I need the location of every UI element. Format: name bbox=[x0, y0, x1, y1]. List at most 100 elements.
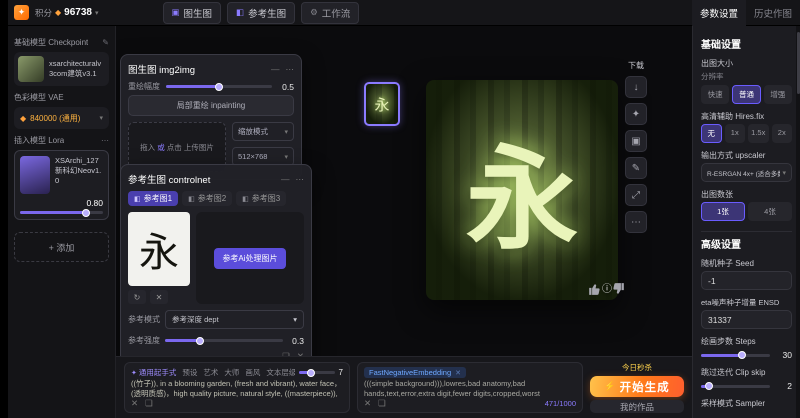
count-1[interactable]: 1张 bbox=[701, 202, 745, 221]
tab-workflow-label: 工作流 bbox=[322, 6, 351, 20]
copy-prompt-icon[interactable]: ❏ bbox=[378, 398, 386, 409]
hires-none[interactable]: 无 bbox=[701, 124, 722, 143]
image-toolbar: 下载 ↓ ✦ ▣ ✎ ⤢ ⋯ bbox=[624, 60, 648, 233]
scrollbar-thumb[interactable] bbox=[797, 32, 800, 94]
divider bbox=[701, 231, 792, 232]
prompt-tab-style[interactable]: 画风 bbox=[245, 367, 260, 378]
reference-image-preview[interactable]: 永 bbox=[128, 212, 190, 286]
hires-2x[interactable]: 2x bbox=[772, 124, 793, 143]
copy-prompt-icon[interactable]: ❏ bbox=[145, 398, 153, 409]
prompt-tab-master[interactable]: 大师 bbox=[224, 367, 239, 378]
count-4[interactable]: 4张 bbox=[748, 202, 792, 221]
prompt-tab-starter[interactable]: ✦通用起手式 bbox=[131, 367, 176, 378]
size-select-value: 512×768 bbox=[238, 152, 267, 161]
tab-reference-gen[interactable]: ◧ 参考生图 bbox=[227, 2, 295, 24]
tab-workflow[interactable]: ⚙ 工作流 bbox=[301, 2, 359, 24]
inpaint-tool-button[interactable]: ✎ bbox=[625, 157, 647, 179]
edit-icon[interactable]: ✎ bbox=[102, 38, 109, 47]
clear-prompt-icon[interactable]: ✕ bbox=[364, 398, 371, 409]
ensd-input[interactable]: 31337 bbox=[701, 310, 792, 329]
hires-label: 高清辅助 Hires.fix bbox=[701, 111, 792, 122]
more-icon[interactable]: ⋯ bbox=[101, 136, 109, 145]
points-label: 积分 bbox=[35, 7, 52, 19]
thumbs-down-icon[interactable] bbox=[611, 282, 625, 296]
minimize-icon[interactable]: — bbox=[281, 174, 290, 185]
reference-tab-1-label: 参考图1 bbox=[144, 193, 172, 204]
positive-prompt-input[interactable]: ((竹子)), in a blooming garden, (fresh and… bbox=[131, 379, 343, 398]
cfg-scale-label: 文本层级 Scale bbox=[266, 367, 294, 378]
grid-icon: ▣ bbox=[631, 136, 640, 147]
ensd-label: eta噪声种子增量 ENSD bbox=[701, 297, 792, 308]
replace-image-button[interactable]: ↻ bbox=[128, 290, 146, 304]
denoise-slider[interactable] bbox=[166, 85, 272, 88]
more-icon[interactable]: ⋯ bbox=[296, 174, 305, 185]
lora-card[interactable]: XSArchi_127新科幻Neov1.0 0.80 bbox=[14, 150, 109, 220]
more-icon[interactable]: ⋯ bbox=[286, 64, 295, 75]
hires-1x[interactable]: 1x bbox=[725, 124, 746, 143]
generate-button[interactable]: ⚡ 开始生成 bbox=[590, 376, 684, 397]
checkpoint-card[interactable]: xsarchitecturalv3com建筑v3.1 bbox=[14, 52, 109, 86]
resolution-fast[interactable]: 快速 bbox=[701, 85, 729, 104]
reference-mode-label: 参考模式 bbox=[128, 314, 160, 325]
resolution-normal[interactable]: 普通 bbox=[732, 85, 760, 104]
remove-image-button[interactable]: ✕ bbox=[150, 290, 168, 304]
prompt-tab-art[interactable]: 艺术 bbox=[203, 367, 218, 378]
refresh-icon: ↻ bbox=[134, 293, 141, 302]
my-works-button[interactable]: 我的作品 bbox=[590, 400, 684, 413]
result-thumbnail-glyph: 永 bbox=[374, 94, 389, 115]
ai-process-button[interactable]: 参考Ai处理图片 bbox=[214, 248, 285, 269]
add-model-button[interactable]: + 添加 bbox=[14, 232, 109, 262]
page-scrollbar[interactable] bbox=[796, 26, 800, 418]
scale-mode-select[interactable]: 缩放模式 ▾ bbox=[232, 122, 294, 141]
upscale-button[interactable]: ⤢ bbox=[625, 184, 647, 206]
lora-thumbnail bbox=[20, 156, 50, 194]
reference-tab-2[interactable]: ◧ 参考图2 bbox=[182, 191, 232, 206]
vae-value: 840000 (通用) bbox=[30, 113, 95, 124]
reference-mode-select[interactable]: 参考深度 dept ▾ bbox=[165, 310, 304, 329]
more-actions-button[interactable]: ⋯ bbox=[625, 211, 647, 233]
upscaler-select[interactable]: R-ESRGAN 4x+ (适合多数风格) ▾ bbox=[701, 163, 792, 182]
gem-icon: ◆ bbox=[20, 114, 26, 123]
vae-section-header: 色彩模型 VAE bbox=[14, 92, 109, 103]
inpaint-button[interactable]: 局部重绘 inpainting bbox=[128, 95, 294, 116]
enhance-button[interactable]: ✦ bbox=[625, 103, 647, 125]
app-logo[interactable]: ✦ bbox=[14, 5, 29, 20]
vae-select[interactable]: ◆ 840000 (通用) ▾ bbox=[14, 107, 109, 129]
reference-strength-slider[interactable] bbox=[165, 339, 283, 342]
result-thumbnail-selected[interactable]: 永 bbox=[364, 82, 400, 126]
seed-input[interactable]: -1 bbox=[701, 271, 792, 290]
reference-tab-1[interactable]: ◧ 参考图1 bbox=[128, 191, 178, 206]
minimize-icon[interactable]: — bbox=[271, 64, 280, 75]
download-button[interactable]: ↓ bbox=[625, 76, 647, 98]
lora-weight-slider[interactable] bbox=[20, 211, 103, 214]
negative-prompt-input[interactable]: (((simple background))),lowres,bad anato… bbox=[364, 379, 576, 398]
cfg-scale-slider[interactable] bbox=[299, 371, 335, 374]
generated-image[interactable]: 永 ⓘ bbox=[426, 80, 618, 300]
img2img-panel-title: 图生图 img2img bbox=[128, 62, 195, 76]
enhance-icon: ✦ bbox=[632, 109, 640, 120]
prompt-tab-preset[interactable]: 预设 bbox=[182, 367, 197, 378]
tab-parameters[interactable]: 参数设置 bbox=[692, 0, 746, 26]
gear-icon: ⚙ bbox=[310, 7, 318, 18]
gem-icon: ◆ bbox=[55, 8, 61, 17]
points-indicator[interactable]: 积分 ◆ 96738 ▾ bbox=[35, 7, 99, 19]
logo-icon: ✦ bbox=[18, 7, 26, 18]
thumbs-up-icon[interactable] bbox=[588, 282, 602, 296]
char-counter: 471/1000 bbox=[545, 399, 576, 408]
cfg-scale-value: 7 bbox=[339, 368, 343, 377]
hires-1-5x[interactable]: 1.5x bbox=[748, 124, 769, 143]
clip-skip-slider[interactable] bbox=[701, 385, 770, 388]
denoise-value: 0.5 bbox=[278, 82, 294, 92]
negative-embedding-tag[interactable]: FastNegativeEmbedding ✕ bbox=[364, 367, 466, 378]
close-icon[interactable]: ✕ bbox=[455, 369, 461, 377]
chevron-down-icon: ▾ bbox=[95, 9, 99, 17]
send-to-img2img-button[interactable]: ▣ bbox=[625, 130, 647, 152]
reference-tab-3[interactable]: ◧ 参考图3 bbox=[236, 191, 286, 206]
steps-slider[interactable] bbox=[701, 354, 770, 357]
tab-history[interactable]: 历史作图 bbox=[746, 0, 800, 26]
reference-mode-value: 参考深度 dept bbox=[172, 314, 219, 325]
tab-img2img-label: 图生图 bbox=[184, 6, 213, 20]
resolution-enhanced[interactable]: 增强 bbox=[764, 85, 792, 104]
tab-img2img[interactable]: ▣ 图生图 bbox=[163, 2, 222, 24]
clear-prompt-icon[interactable]: ✕ bbox=[131, 398, 138, 409]
